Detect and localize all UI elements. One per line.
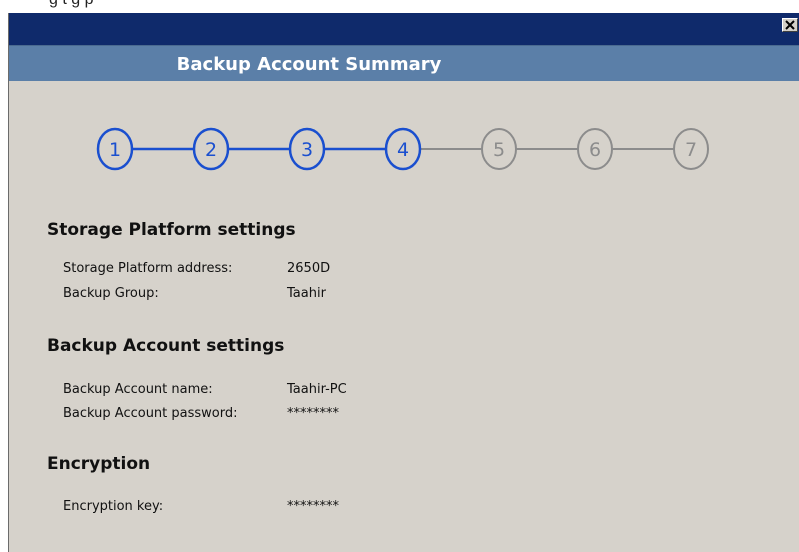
step-number-2: 2 bbox=[205, 139, 217, 161]
page-title: Backup Account Summary bbox=[176, 54, 442, 75]
storage-address-value: 2650D bbox=[287, 261, 331, 276]
backup-group-value: Taahir bbox=[287, 286, 326, 301]
title-bar bbox=[9, 13, 799, 45]
backup-group-label: Backup Group: bbox=[63, 286, 159, 301]
wizard-header: Backup Account Summary bbox=[9, 45, 799, 81]
close-button[interactable] bbox=[782, 18, 798, 32]
wizard-window: g t g p Backup Account Summary 1 2 3 4 5 6 7 S… bbox=[8, 0, 799, 552]
step-indicator: 1 2 3 4 5 6 7 bbox=[9, 81, 799, 171]
account-password-row: Backup Account password: ******** bbox=[63, 406, 339, 421]
step-number-4: 4 bbox=[397, 139, 409, 161]
account-name-value: Taahir-PC bbox=[287, 382, 347, 397]
step-number-3: 3 bbox=[301, 139, 313, 161]
storage-address-row: Storage Platform address: 2650D bbox=[63, 261, 330, 276]
step-indicator-graphic: 1 2 3 4 5 6 7 bbox=[96, 127, 709, 171]
partial-caption: g t g p bbox=[9, 0, 799, 13]
step-number-1: 1 bbox=[109, 139, 121, 161]
account-name-row: Backup Account name: Taahir-PC bbox=[63, 382, 347, 397]
encryption-key-row: Encryption key: ******** bbox=[63, 499, 339, 514]
account-password-label: Backup Account password: bbox=[63, 406, 238, 421]
storage-section-title: Storage Platform settings bbox=[47, 220, 296, 240]
account-name-label: Backup Account name: bbox=[63, 382, 213, 397]
storage-address-label: Storage Platform address: bbox=[63, 261, 233, 276]
close-icon bbox=[785, 20, 795, 30]
step-number-6: 6 bbox=[589, 139, 601, 161]
account-password-value: ******** bbox=[287, 406, 339, 421]
encryption-key-value: ******** bbox=[287, 499, 339, 514]
step-number-5: 5 bbox=[493, 139, 505, 161]
backup-group-row: Backup Group: Taahir bbox=[63, 286, 326, 301]
encryption-key-label: Encryption key: bbox=[63, 499, 164, 514]
step-number-7: 7 bbox=[685, 139, 697, 161]
account-section-title: Backup Account settings bbox=[47, 336, 285, 356]
caption-fragment: g t g p bbox=[49, 0, 93, 9]
encryption-section-title: Encryption bbox=[47, 454, 151, 474]
